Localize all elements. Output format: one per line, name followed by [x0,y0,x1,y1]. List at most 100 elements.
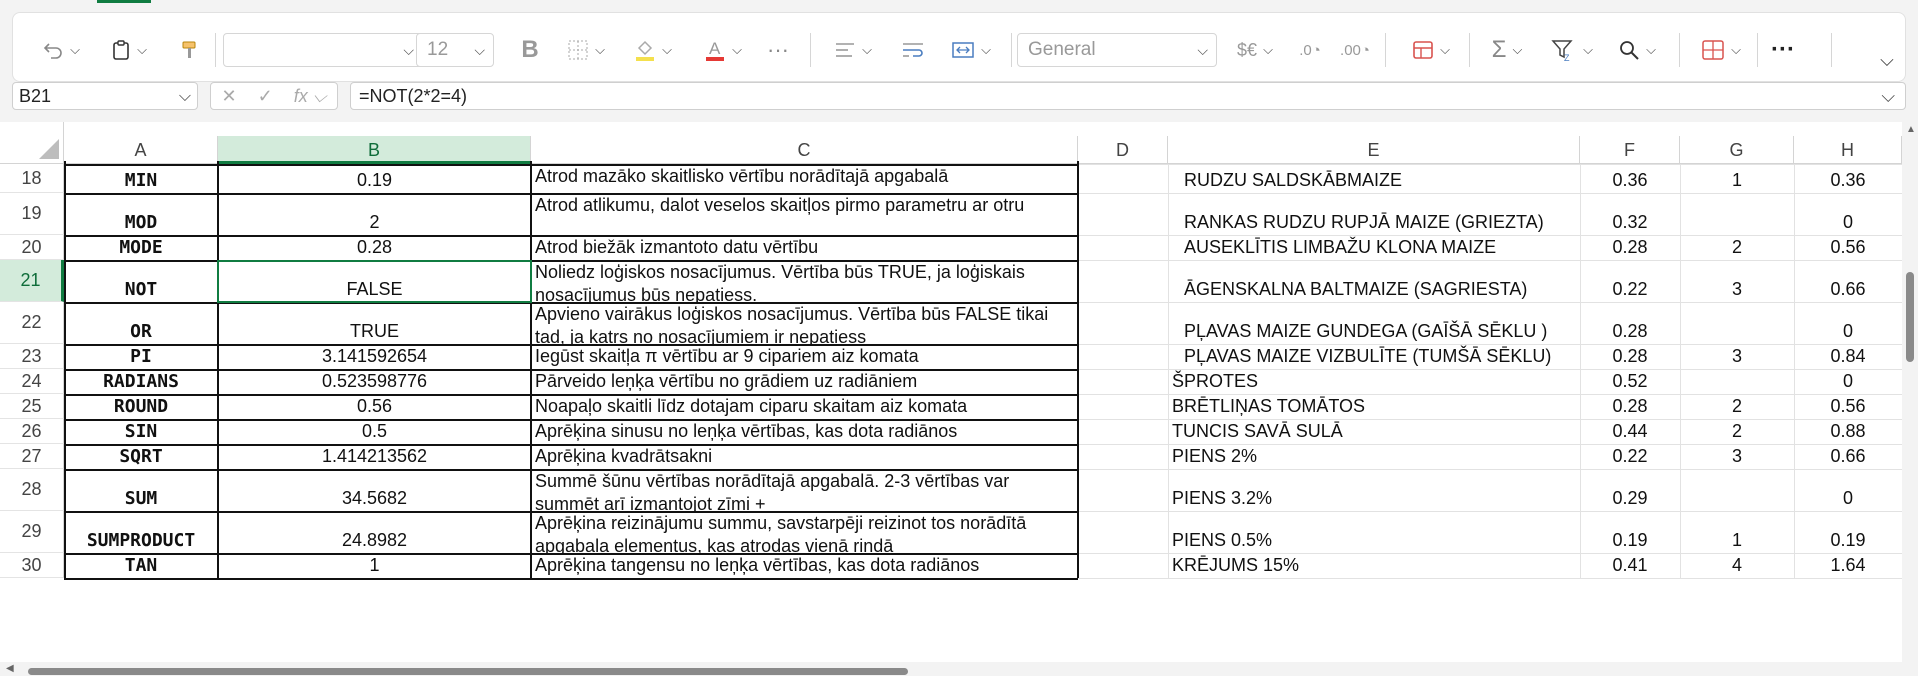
cell-f-row-26[interactable]: 0.44 [1580,419,1680,444]
cell-c-row-20[interactable]: Atrod biežāk izmantoto datu vērtību [531,235,1078,260]
sort-filter-button[interactable]: Z ⌵ [1543,33,1601,67]
cell-a-row-18[interactable]: MIN [64,164,218,193]
autosum-button[interactable]: Σ ⌵ [1479,33,1535,67]
cell-c-row-26[interactable]: Aprēķina sinusu no leņķa vērtības, kas d… [531,419,1078,444]
font-color-button[interactable]: A ⌵ [695,33,751,67]
more-font-options-button[interactable]: ··· [761,33,795,67]
cell-b-row-23[interactable]: 3.141592654 [218,344,531,369]
column-header-b[interactable]: B [218,136,531,164]
cell-d-row-28[interactable] [1078,469,1168,511]
cell-b-row-26[interactable]: 0.5 [218,419,531,444]
cell-d-row-29[interactable] [1078,511,1168,553]
row-header-18[interactable]: 18 [0,164,64,193]
cell-g-row-20[interactable]: 2 [1680,235,1794,260]
cell-a-row-28[interactable]: SUM [64,469,218,511]
cell-d-row-25[interactable] [1078,394,1168,419]
cancel-icon[interactable]: ✕ [222,86,237,107]
cell-e-row-23[interactable]: PĻAVAS MAIZE VIZBULĪTE (TUMŠĀ SĒKLU) [1184,344,1580,369]
row-header-27[interactable]: 27 [0,444,64,469]
cell-e-row-24[interactable]: ŠPROTES [1172,369,1580,394]
check-icon[interactable]: ✓ [258,86,273,107]
row-header-29[interactable]: 29 [0,511,64,553]
cell-a-row-26[interactable]: SIN [64,419,218,444]
cell-f-row-19[interactable]: 0.32 [1580,193,1680,235]
number-format-dropdown[interactable]: General ⌵ [1017,33,1217,67]
cell-a-row-27[interactable]: SQRT [64,444,218,469]
font-size-dropdown[interactable]: 12 ⌵ [416,33,494,67]
cell-h-row-29[interactable]: 0.19 [1794,511,1902,553]
column-header-c[interactable]: C [531,136,1078,164]
insert-cells-button[interactable]: ⌵ [1403,33,1459,67]
borders-button[interactable]: ⌵ [558,33,614,67]
cell-f-row-22[interactable]: 0.28 [1580,302,1680,344]
cell-g-row-18[interactable]: 1 [1680,164,1794,193]
cell-e-row-22[interactable]: PĻAVAS MAIZE GUNDEGA (GAĪŠĀ SĒKLU ) [1184,302,1580,344]
cell-a-row-24[interactable]: RADIANS [64,369,218,394]
bold-button[interactable]: B [515,33,545,67]
row-header-23[interactable]: 23 [0,344,64,369]
format-painter-button[interactable] [173,33,205,67]
cell-g-row-19[interactable] [1680,193,1794,235]
currency-button[interactable]: $€ ⌵ [1227,33,1283,67]
cell-e-row-27[interactable]: PIENS 2% [1172,444,1580,469]
cell-h-row-27[interactable]: 0.66 [1794,444,1902,469]
cell-e-row-20[interactable]: AUSEKLĪTIS LIMBAŽU KLONA MAIZE [1184,235,1580,260]
cell-e-row-28[interactable]: PIENS 3.2% [1172,469,1580,511]
row-header-24[interactable]: 24 [0,369,64,394]
more-options-button[interactable]: ··· [1765,33,1801,67]
cell-e-row-19[interactable]: RANKAS RUDZU RUPJĀ MAIZE (GRIEZTA) [1184,193,1580,235]
cell-f-row-23[interactable]: 0.28 [1580,344,1680,369]
cell-e-row-25[interactable]: BRĒTLIŅAS TOMĀTOS [1172,394,1580,419]
cell-d-row-24[interactable] [1078,369,1168,394]
row-header-26[interactable]: 26 [0,419,64,444]
cell-d-row-20[interactable] [1078,235,1168,260]
scroll-thumb[interactable] [1906,272,1914,362]
font-name-dropdown[interactable]: ⌵ [223,33,423,67]
cell-f-row-18[interactable]: 0.36 [1580,164,1680,193]
cell-d-row-22[interactable] [1078,302,1168,344]
row-header-20[interactable]: 20 [0,235,64,260]
undo-button[interactable]: ⌵ [35,33,87,67]
cell-c-row-23[interactable]: Iegūst skaitļa π vērtību ar 9 cipariem a… [531,344,1078,369]
cell-a-row-21[interactable]: NOT [64,260,218,302]
cell-f-row-27[interactable]: 0.22 [1580,444,1680,469]
spreadsheet-grid[interactable]: A B C D E F G H 18 MIN 0.19 Atrod mazāko skaitlisko… [0,122,1902,662]
decrease-decimal-button[interactable]: .0◔ [1291,33,1329,67]
row-header-19[interactable]: 19 [0,193,64,235]
cell-b-row-25[interactable]: 0.56 [218,394,531,419]
cell-g-row-27[interactable]: 3 [1680,444,1794,469]
format-as-table-button[interactable]: ⌵ [1693,33,1749,67]
column-header-e[interactable]: E [1168,136,1580,164]
cell-b-row-22[interactable]: TRUE [218,302,531,344]
cell-g-row-25[interactable]: 2 [1680,394,1794,419]
cell-c-row-27[interactable]: Aprēķina kvadrātsakni [531,444,1078,469]
cell-c-row-28[interactable]: Summē šūnu vērtības norādītajā apgabalā.… [531,469,1078,511]
cell-h-row-23[interactable]: 0.84 [1794,344,1902,369]
cell-f-row-30[interactable]: 0.41 [1580,553,1680,578]
cell-b-row-18[interactable]: 0.19 [218,164,531,193]
cell-d-row-19[interactable] [1078,193,1168,235]
cell-f-row-29[interactable]: 0.19 [1580,511,1680,553]
cell-c-row-25[interactable]: Noapaļo skaitli līdz dotajam ciparu skai… [531,394,1078,419]
cell-e-row-18[interactable]: RUDZU SALDSKĀBMAIZE [1184,164,1580,193]
cell-h-row-26[interactable]: 0.88 [1794,419,1902,444]
cell-h-row-30[interactable]: 1.64 [1794,553,1902,578]
cell-a-row-22[interactable]: OR [64,302,218,344]
select-all-corner[interactable] [0,122,64,164]
cell-h-row-21[interactable]: 0.66 [1794,260,1902,302]
column-header-g[interactable]: G [1680,136,1794,164]
cell-c-row-29[interactable]: Aprēķina reizinājumu summu, savstarpēji … [531,511,1078,553]
column-header-d[interactable]: D [1078,136,1168,164]
cell-a-row-23[interactable]: PI [64,344,218,369]
cell-b-row-19[interactable]: 2 [218,193,531,235]
paste-button[interactable]: ⌵ [103,33,155,67]
cell-g-row-30[interactable]: 4 [1680,553,1794,578]
cell-c-row-24[interactable]: Pārveido leņķa vērtību no grādiem uz rad… [531,369,1078,394]
find-button[interactable]: ⌵ [1609,33,1665,67]
cell-a-row-20[interactable]: MODE [64,235,218,260]
cell-c-row-30[interactable]: Aprēķina tangensu no leņķa vērtības, kas… [531,553,1078,578]
cell-b-row-29[interactable]: 24.8982 [218,511,531,553]
cell-f-row-28[interactable]: 0.29 [1580,469,1680,511]
cell-g-row-21[interactable]: 3 [1680,260,1794,302]
function-icon[interactable]: fx ⌵ [294,86,327,107]
